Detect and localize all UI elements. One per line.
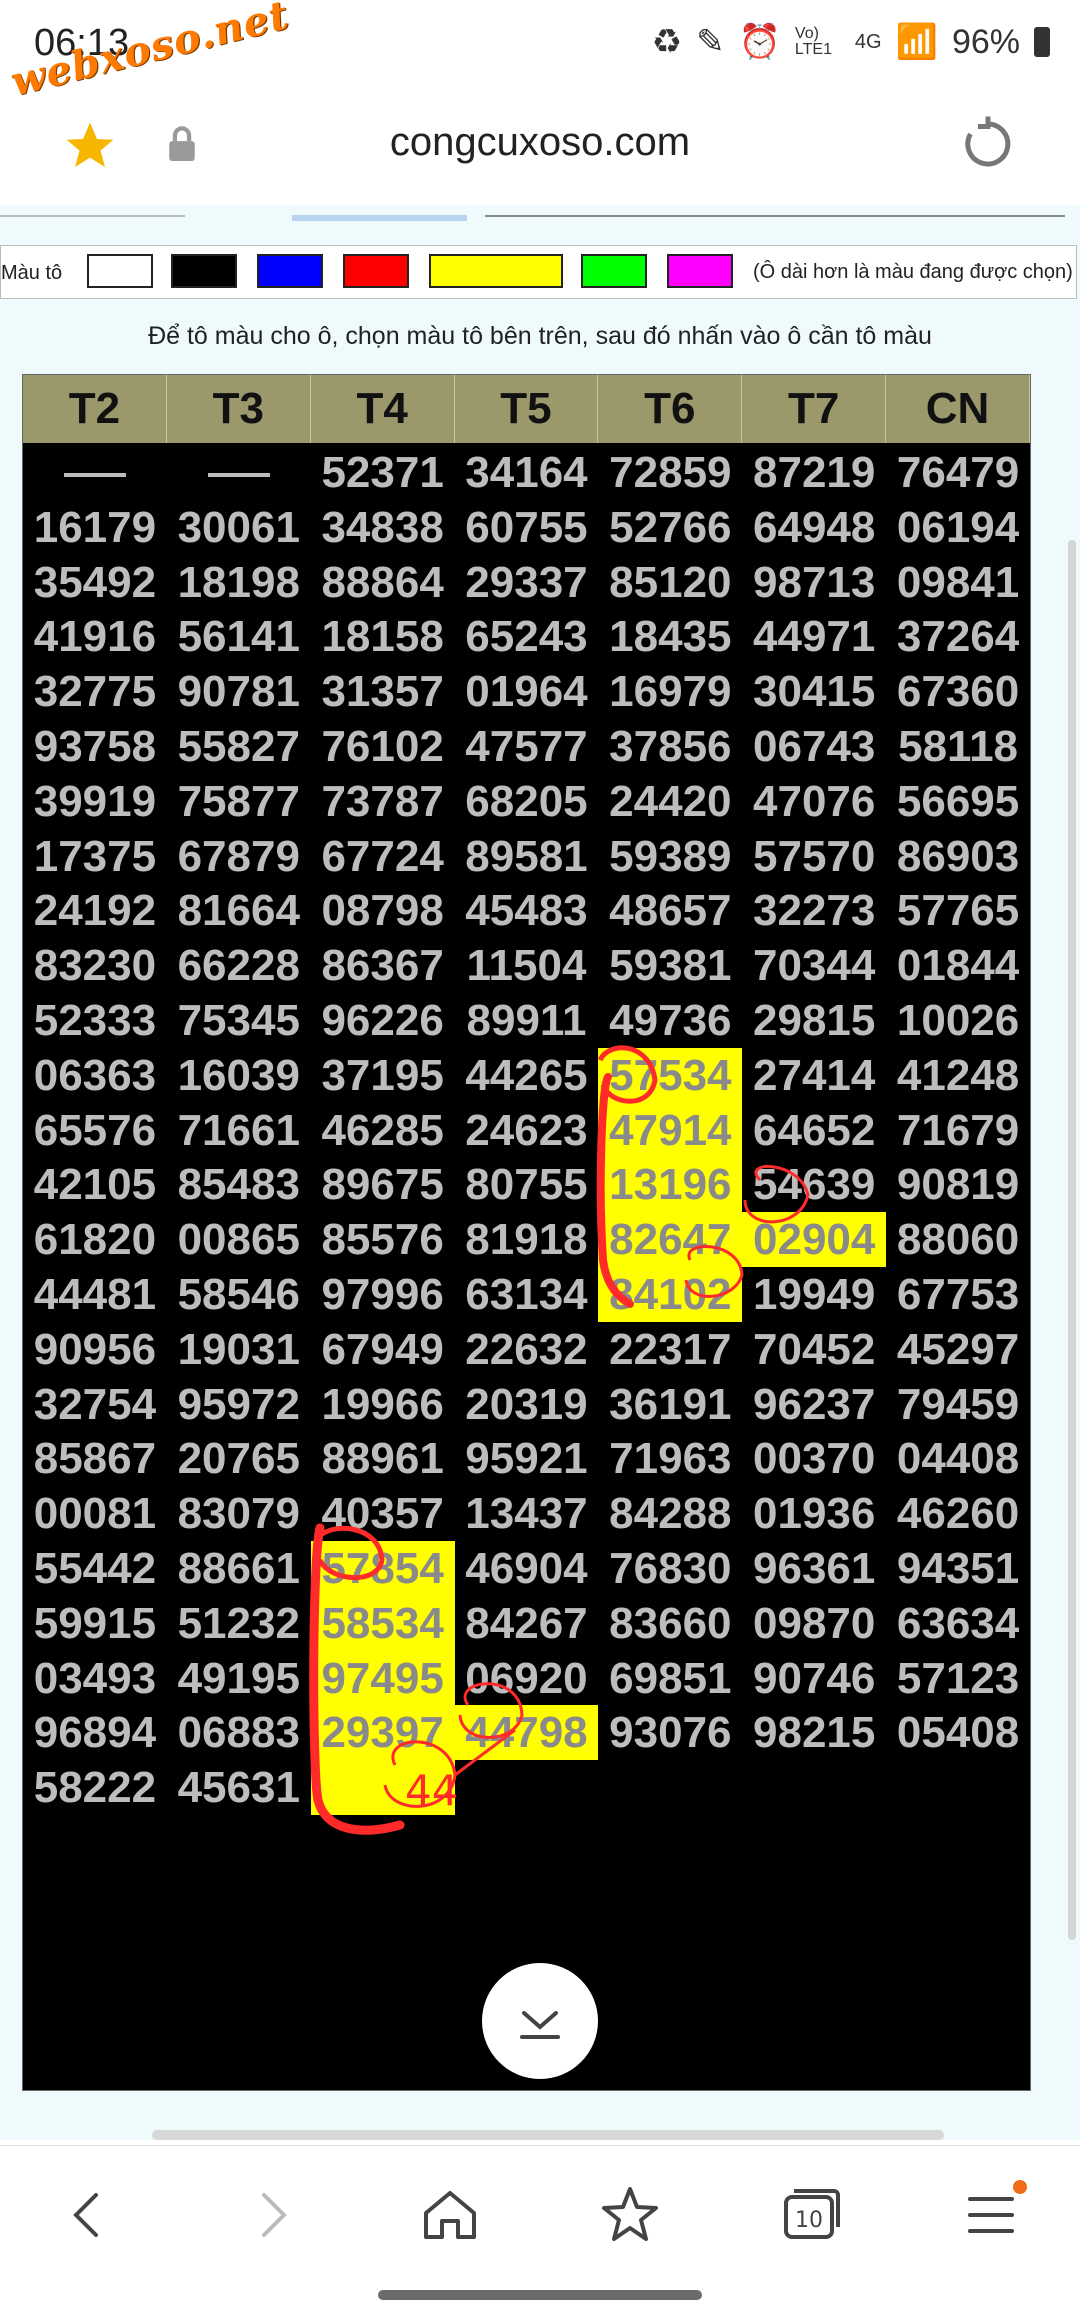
home-icon[interactable] xyxy=(410,2175,490,2255)
bookmarks-star-icon[interactable] xyxy=(590,2175,670,2255)
svg-text:10: 10 xyxy=(795,2208,823,2233)
handwritten-number: 44 xyxy=(405,1766,458,1815)
menu-icon[interactable] xyxy=(952,2175,1032,2255)
gesture-home-bar[interactable] xyxy=(378,2290,702,2300)
tabs-icon[interactable]: 10 xyxy=(770,2175,850,2255)
forward-icon[interactable] xyxy=(232,2175,312,2255)
vertical-scrollbar[interactable] xyxy=(1068,540,1076,1940)
scroll-down-button[interactable] xyxy=(482,1963,598,2079)
chevron-down-icon xyxy=(520,2011,560,2039)
back-icon[interactable] xyxy=(48,2175,128,2255)
horizontal-scrollbar[interactable] xyxy=(152,2130,944,2140)
